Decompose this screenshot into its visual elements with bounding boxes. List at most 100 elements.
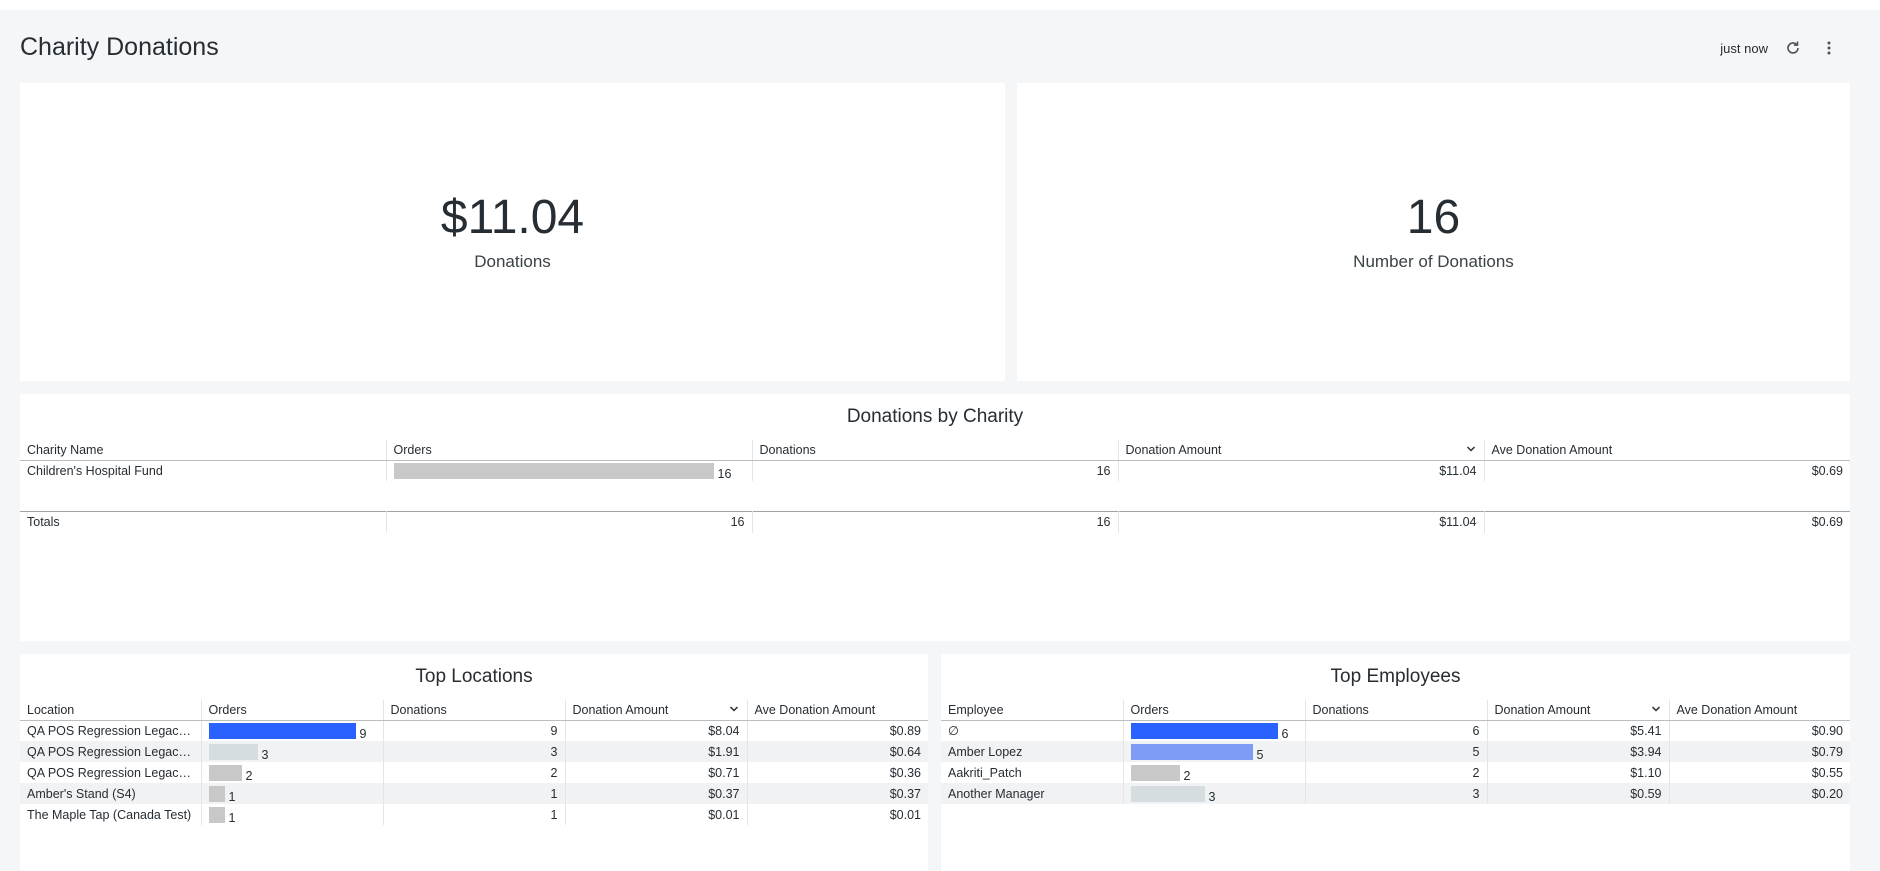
column-header[interactable]: Location [20, 700, 202, 721]
table-row[interactable]: Amber Lopez 5 5 $3.94 $0.79 [941, 741, 1850, 762]
column-header[interactable]: Ave Donation Amount [747, 700, 928, 721]
orders-bar-label: 3 [261, 747, 269, 762]
name-cell: QA POS Regression Legacy ... [20, 720, 202, 741]
orders-bar-label: 1 [228, 789, 236, 804]
donations-cell: 3 [1305, 783, 1488, 804]
orders-bar-label: 2 [245, 768, 253, 783]
donations-cell: 2 [1305, 762, 1488, 783]
orders-bar [208, 764, 242, 781]
column-header[interactable]: Donations [1305, 700, 1488, 721]
table-row[interactable]: Another Manager 3 3 $0.59 $0.20 [941, 783, 1850, 804]
column-header[interactable]: Orders [201, 700, 384, 721]
donation-amount-cell: $1.10 [1487, 762, 1670, 783]
avg-donation-cell: $0.89 [889, 723, 921, 738]
donation-amount-cell: $0.01 [565, 804, 748, 825]
orders-bar [1130, 785, 1205, 802]
column-header-sorted[interactable]: Donation Amount [1487, 700, 1670, 721]
donations-cell: 1 [383, 804, 566, 825]
orders-bar [208, 806, 225, 823]
avg-donation-cell: $0.79 [1669, 741, 1850, 762]
top-employees-tile: Top Employees Employee Orders Donations … [941, 654, 1850, 871]
refresh-icon[interactable] [1782, 37, 1804, 59]
totals-amount: $11.04 [1118, 510, 1485, 533]
donation-amount-cell: $0.59 [1487, 783, 1670, 804]
avg-donation-cell: $0.55 [1811, 765, 1843, 780]
table-row[interactable]: Children's Hospital Fund 16 16 $11.04 $0… [20, 460, 1850, 481]
kpi-count-label: Number of Donations [1353, 252, 1514, 272]
locations-table: Location Orders Donations Donation Amoun… [20, 700, 928, 825]
page-title: Charity Donations [20, 33, 219, 61]
donations-cell: 9 [383, 720, 566, 741]
column-header[interactable]: Donations [752, 440, 1119, 461]
orders-bar [1130, 722, 1278, 739]
top-locations-tile: Top Locations Location Orders Donations … [20, 654, 928, 871]
donation-amount-cell: $11.04 [1118, 460, 1485, 481]
table-row[interactable]: ∅ 6 6 $5.41 $0.90 [941, 720, 1850, 741]
name-cell: QA POS Regression Legacy ... [20, 762, 202, 783]
column-header[interactable]: Ave Donation Amount [1484, 440, 1850, 461]
column-header[interactable]: Donations [383, 700, 566, 721]
column-header[interactable]: Orders [1123, 700, 1306, 721]
avg-donation-cell: $0.69 [1811, 463, 1843, 478]
donations-cell: 2 [383, 762, 566, 783]
tile-title: Top Locations [415, 666, 533, 687]
avg-donation-cell: $0.64 [747, 741, 928, 762]
donation-amount-cell: $3.94 [1487, 741, 1670, 762]
header-actions: just now [1720, 37, 1840, 59]
name-cell: Another Manager [941, 783, 1124, 804]
kpi-count-tile: 16 Number of Donations [1017, 83, 1850, 381]
table-row[interactable]: Amber's Stand (S4) 1 1 $0.37 $0.37 [20, 783, 928, 804]
orders-bar-cell: 1 [201, 783, 384, 804]
orders-bar-cell: 9 [201, 720, 384, 741]
table-row[interactable]: QA POS Regression Legacy ... 9 9 $8.04 $0.89 [20, 720, 928, 741]
donations-cell: 5 [1305, 741, 1488, 762]
chevron-down-icon[interactable] [1651, 703, 1661, 717]
tile-title: Top Employees [1330, 666, 1461, 687]
kpi-donations-value: $11.04 [440, 190, 585, 244]
donation-amount-cell: $0.71 [565, 762, 748, 783]
name-cell: Aakriti_Patch [941, 762, 1124, 783]
employees-table: Employee Orders Donations Donation Amoun… [941, 700, 1850, 804]
totals-orders: 16 [386, 510, 753, 533]
column-header-sorted[interactable]: Donation Amount [1118, 440, 1485, 461]
orders-bar-cell: 3 [201, 741, 384, 762]
avg-donation-cell: $0.37 [747, 783, 928, 804]
chevron-down-icon[interactable] [729, 703, 739, 717]
orders-bar [208, 743, 258, 760]
column-header[interactable]: Charity Name [20, 440, 387, 461]
donation-amount-cell: $0.37 [565, 783, 748, 804]
name-cell: Amber's Stand (S4) [20, 783, 202, 804]
charity-name-cell: Children's Hospital Fund [20, 460, 387, 481]
table-row[interactable]: QA POS Regression Legacy ... 3 3 $1.91 $0.64 [20, 741, 928, 762]
column-header-label: Donation Amount [1125, 442, 1222, 457]
orders-bar-label: 6 [1281, 726, 1289, 741]
donations-by-charity-tile: Donations by Charity Charity Name Orders… [20, 394, 1850, 641]
orders-bar [208, 722, 356, 739]
orders-bar-cell: 2 [201, 762, 384, 783]
table-row[interactable]: Aakriti_Patch 2 2 $1.10 $0.55 [941, 762, 1850, 783]
donation-amount-cell: $1.91 [565, 741, 748, 762]
donations-cell: 1 [383, 783, 566, 804]
table-row[interactable]: The Maple Tap (Canada Test) 1 1 $0.01 $0.01 [20, 804, 928, 825]
donation-amount-cell: $8.04 [565, 720, 748, 741]
avg-donation-cell: $0.20 [1669, 783, 1850, 804]
last-updated-label: just now [1720, 40, 1768, 56]
table-row[interactable]: QA POS Regression Legacy ... 2 2 $0.71 $0.36 [20, 762, 928, 783]
orders-bar-cell: 1 [201, 804, 384, 825]
column-header[interactable]: Orders [386, 440, 753, 461]
avg-donation-cell: $0.90 [1811, 723, 1843, 738]
name-cell: The Maple Tap (Canada Test) [20, 804, 202, 825]
more-vertical-icon[interactable] [1818, 37, 1840, 59]
avg-donation-cell: $0.01 [889, 807, 921, 822]
column-header-sorted[interactable]: Donation Amount [565, 700, 748, 721]
orders-bar-cell: 3 [1123, 783, 1306, 804]
top-strip [0, 0, 1880, 10]
totals-row: Totals 16 16 $11.04 $0.69 [20, 510, 1850, 533]
chevron-down-icon[interactable] [1466, 443, 1476, 457]
column-header-label: Donation Amount [572, 702, 669, 717]
donations-cell: 6 [1305, 720, 1488, 741]
charity-table: Charity Name Orders Donations Donation A… [20, 440, 1850, 533]
column-header[interactable]: Employee [941, 700, 1124, 721]
orders-bar-label: 1 [228, 810, 236, 825]
column-header[interactable]: Ave Donation Amount [1669, 700, 1850, 721]
